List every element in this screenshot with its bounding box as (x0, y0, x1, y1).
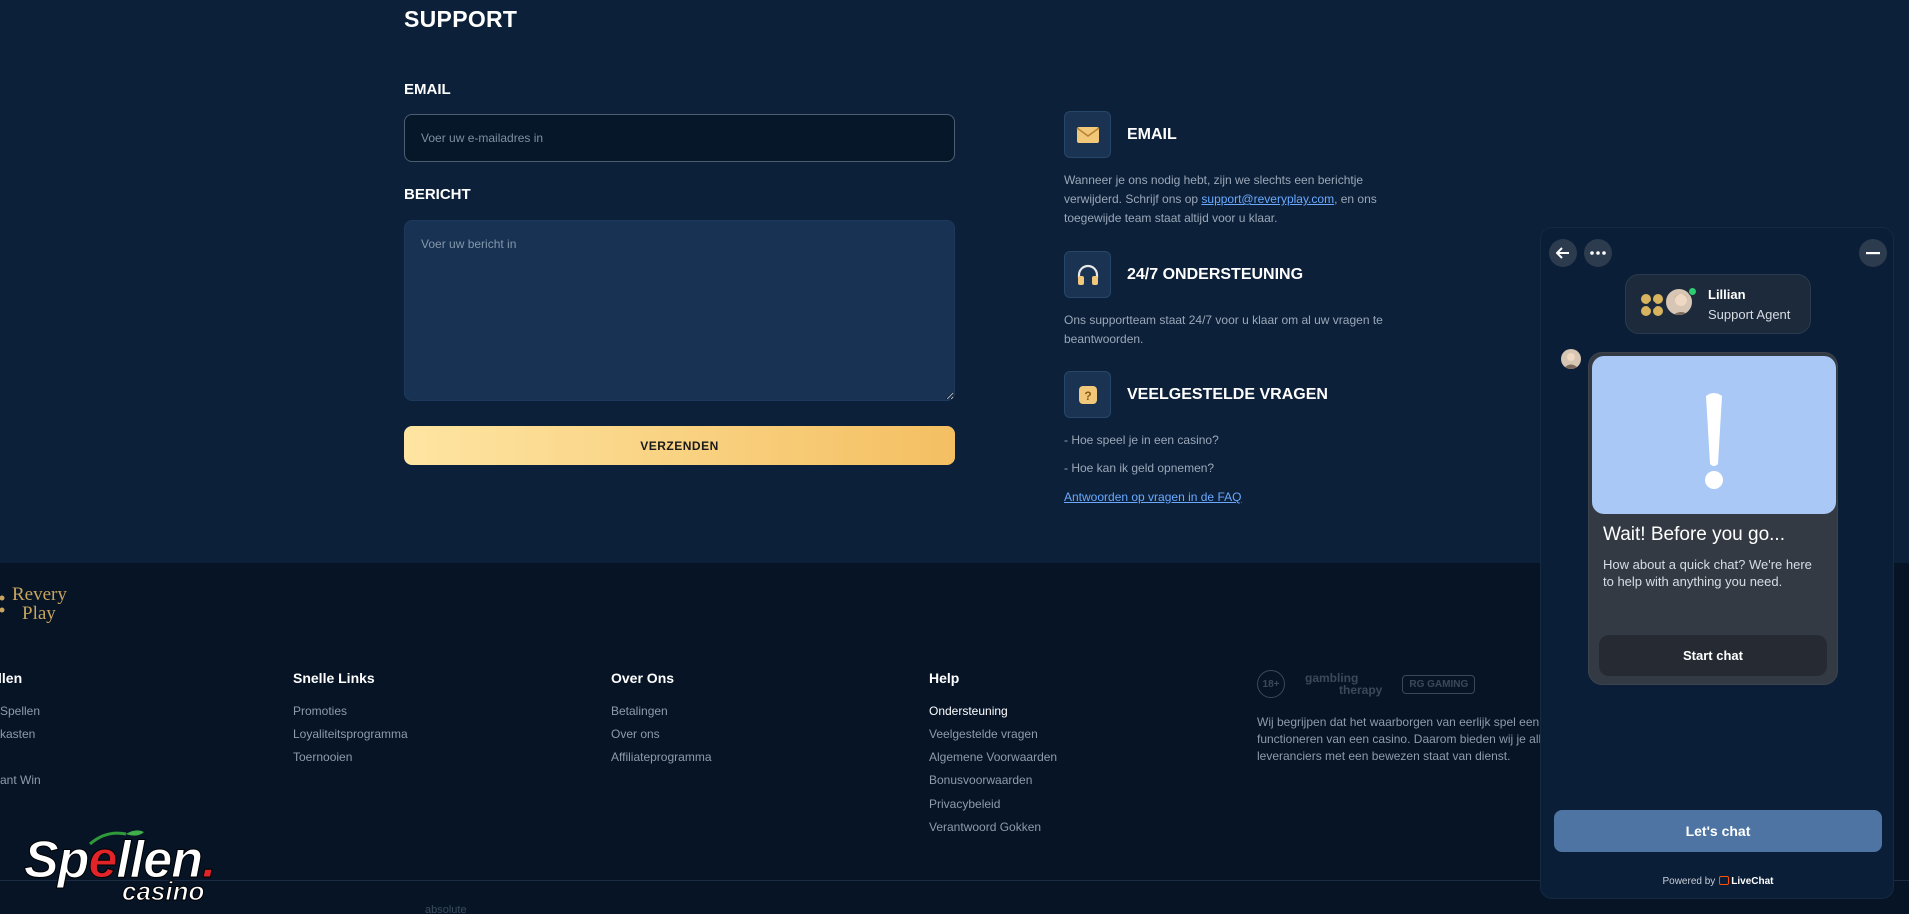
lets-chat-button[interactable]: Let's chat (1554, 810, 1882, 852)
powered-by[interactable]: Powered by LiveChat (1541, 876, 1895, 887)
exit-intent-card: Wait! Before you go... How about a quick… (1588, 352, 1838, 685)
card-title: Wait! Before you go... (1603, 524, 1785, 545)
online-status-dot (1688, 287, 1697, 296)
logo-line-1: Revery (12, 584, 67, 605)
faq-link[interactable]: Antwoorden op vragen in de FAQ (1064, 490, 1241, 504)
footer-link-faq[interactable]: Veelgestelde vragen (929, 727, 1038, 741)
email-info-title: EMAIL (1127, 126, 1177, 143)
rg-gaming-badge: RG GAMING (1402, 674, 1476, 694)
footer-link-support[interactable]: Ondersteuning (929, 704, 1008, 718)
agent-small-avatar (1561, 349, 1581, 369)
footer-col-help-title: Help (929, 670, 960, 686)
footer-link-bonus-terms[interactable]: Bonusvoorwaarden (929, 773, 1032, 787)
agent-info: Lillian Support Agent (1625, 274, 1811, 334)
more-options-icon[interactable] (1584, 239, 1612, 267)
footer-link-tournaments[interactable]: Toernooien (293, 750, 352, 764)
spellen-casino-watermark: Spellen. casino (23, 828, 234, 908)
agent-name: Lillian (1708, 287, 1746, 302)
footer-logo[interactable]: Revery Play (0, 585, 67, 623)
minimize-icon[interactable] (1859, 239, 1887, 267)
footer-link-about[interactable]: Over ons (611, 727, 660, 741)
footer-link-privacy[interactable]: Privacybeleid (929, 797, 1000, 811)
support-email-link[interactable]: support@reveryplay.com (1201, 192, 1334, 206)
footer-link[interactable]: kasten (0, 727, 35, 741)
agent-role: Support Agent (1708, 307, 1791, 322)
start-chat-button[interactable]: Start chat (1599, 635, 1827, 676)
faq-icon: ? (1064, 371, 1111, 418)
logo-line-2: Play (22, 603, 56, 624)
back-arrow-icon[interactable] (1549, 239, 1577, 267)
envelope-icon (1064, 111, 1111, 158)
watermark-sub-text: casino (121, 876, 205, 906)
footer-link-promotions[interactable]: Promoties (293, 704, 347, 718)
brand-logo-icon (1641, 294, 1663, 316)
message-label: BERICHT (404, 186, 471, 203)
footer-link[interactable]: ant Win (0, 773, 41, 787)
faq-title: VEELGESTELDE VRAGEN (1127, 386, 1328, 403)
page-title: SUPPORT (404, 6, 518, 32)
wm-part-a: Sp (23, 831, 89, 889)
footer-link-payments[interactable]: Betalingen (611, 704, 668, 718)
livechat-widget: Lillian Support Agent Wait! Before you g… (1540, 227, 1894, 899)
submit-button[interactable]: VERZENDEN (404, 426, 955, 465)
footer-link-responsible[interactable]: Verantwoord Gokken (929, 820, 1041, 834)
responsible-gaming-badges: 18+ gambling therapy RG GAMING (1257, 669, 1476, 699)
footer-link-affiliate[interactable]: Affiliateprogramma (611, 750, 712, 764)
headphones-icon (1064, 251, 1111, 298)
footer-col-quicklinks-title: Snelle Links (293, 670, 375, 686)
faq-question-1[interactable]: - Hoe speel je in een casino? (1064, 433, 1219, 447)
email-info-text: Wanneer je ons nodig hebt, zijn we slech… (1064, 171, 1384, 228)
livechat-brand: LiveChat (1731, 876, 1774, 887)
email-label: EMAIL (404, 81, 451, 98)
footer-col-about-title: Over Ons (611, 670, 675, 686)
logo-mark-icon (0, 595, 5, 613)
faq-question-2[interactable]: - Hoe kan ik geld opnemen? (1064, 461, 1214, 475)
gambling-therapy-line-2: therapy (1339, 683, 1383, 697)
footer-link-terms[interactable]: Algemene Voorwaarden (929, 750, 1057, 764)
livechat-icon (1719, 876, 1730, 885)
card-text: How about a quick chat? We're here to he… (1603, 557, 1812, 589)
support247-title: 24/7 ONDERSTEUNING (1127, 266, 1304, 283)
gambling-therapy-badge: gambling therapy (1299, 669, 1388, 699)
footer-logo-text: Revery Play (12, 585, 67, 623)
footer-link[interactable]: Spellen (0, 704, 40, 718)
exclamation-icon (1592, 356, 1836, 514)
support247-text: Ons supportteam staat 24/7 voor u klaar … (1064, 313, 1383, 346)
wm-part-b: e (88, 831, 118, 889)
footer-link-loyalty[interactable]: Loyaliteitsprogramma (293, 727, 408, 741)
email-field[interactable] (404, 114, 955, 162)
provider-logo-strip: absolute (425, 904, 467, 914)
powered-by-text: Powered by (1662, 876, 1716, 887)
svg-text:?: ? (1084, 389, 1091, 403)
footer-col-games-title: llen (0, 670, 23, 686)
message-field[interactable] (404, 220, 955, 401)
age-badge: 18+ (1257, 670, 1285, 698)
footer-disclaimer: Wij begrijpen dat het waarborgen van eer… (1257, 715, 1548, 763)
